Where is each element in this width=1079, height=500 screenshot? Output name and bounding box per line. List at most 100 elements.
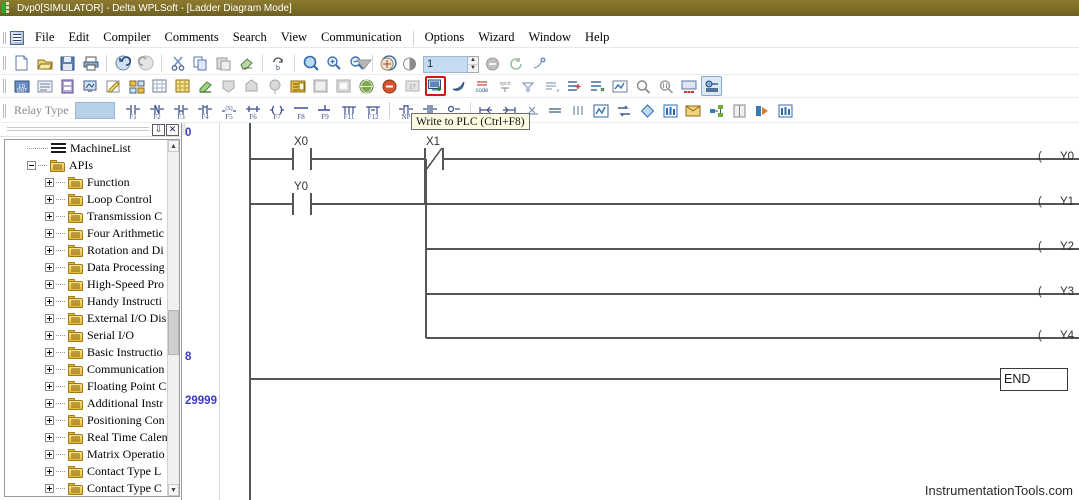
eraser-icon[interactable] bbox=[236, 53, 257, 73]
relay-type-combo[interactable] bbox=[74, 102, 115, 119]
redo-icon[interactable] bbox=[135, 53, 156, 73]
ladder-key-f9[interactable]: F9 bbox=[314, 101, 336, 121]
horizontal-line-icon[interactable] bbox=[545, 101, 566, 121]
book-icon[interactable] bbox=[333, 76, 354, 96]
list-del-icon[interactable] bbox=[586, 76, 607, 96]
tree-item[interactable]: Transmission C bbox=[5, 208, 167, 225]
write-to-plc-icon[interactable] bbox=[425, 76, 446, 96]
menu-item-search[interactable]: Search bbox=[226, 28, 274, 47]
expand-icon[interactable] bbox=[45, 433, 54, 442]
copy-icon[interactable] bbox=[190, 53, 211, 73]
picture-icon[interactable] bbox=[310, 76, 331, 96]
expand-icon[interactable] bbox=[45, 382, 54, 391]
collapse-icon[interactable] bbox=[353, 54, 374, 74]
tree-item[interactable]: Handy Instructi bbox=[5, 293, 167, 310]
minus-circle-icon[interactable] bbox=[482, 54, 503, 74]
ladder-view-icon[interactable]: LD OUT bbox=[11, 76, 32, 96]
play-icon[interactable] bbox=[752, 101, 773, 121]
toolbar-drag-grip[interactable] bbox=[2, 102, 9, 120]
cursor-link-icon[interactable] bbox=[528, 54, 549, 74]
find-replace-icon[interactable]: b bbox=[268, 53, 289, 73]
settings-panel-icon[interactable] bbox=[701, 76, 722, 96]
balloon-icon[interactable] bbox=[264, 76, 285, 96]
tree-item[interactable]: Real Time Calen bbox=[5, 429, 167, 446]
scroll-up-arrow-icon[interactable]: ▲ bbox=[168, 140, 179, 152]
diamond-icon[interactable] bbox=[637, 101, 658, 121]
menu-drag-grip[interactable] bbox=[2, 30, 9, 46]
expand-icon[interactable] bbox=[45, 467, 54, 476]
step-spinner-buttons[interactable]: ▲ ▼ bbox=[468, 55, 479, 73]
mail-icon[interactable] bbox=[683, 101, 704, 121]
expand-icon[interactable] bbox=[45, 450, 54, 459]
globe-icon[interactable] bbox=[356, 76, 377, 96]
step-spinner[interactable]: 1 ▲ ▼ bbox=[423, 55, 479, 73]
tree-scrollbar[interactable]: ▲ ▼ bbox=[167, 140, 179, 496]
spinner-up-icon[interactable]: ▲ bbox=[468, 57, 478, 65]
expand-icon[interactable] bbox=[45, 297, 54, 306]
menu-item-wizard[interactable]: Wizard bbox=[471, 28, 521, 47]
chart-icon[interactable] bbox=[591, 101, 612, 121]
columns2-icon[interactable] bbox=[775, 101, 796, 121]
tree-item[interactable]: Floating Point C bbox=[5, 378, 167, 395]
device-comment-icon[interactable] bbox=[126, 76, 147, 96]
search-device-icon[interactable] bbox=[655, 76, 676, 96]
menu-item-help[interactable]: Help bbox=[578, 28, 616, 47]
toolbar-drag-grip[interactable] bbox=[2, 54, 9, 72]
list-add-icon[interactable] bbox=[563, 76, 584, 96]
tree-item[interactable]: Data Processing bbox=[5, 259, 167, 276]
tree-item[interactable]: Matrix Operatio bbox=[5, 446, 167, 463]
highlight-icon[interactable] bbox=[195, 76, 216, 96]
menu-item-comments[interactable]: Comments bbox=[158, 28, 226, 47]
ladder-diagram-canvas[interactable]: 0 8 29999 X0 X1 Y0 (Y0 (Y1 (Y2 (Y3 (… bbox=[182, 123, 1079, 500]
expand-icon[interactable] bbox=[45, 212, 54, 221]
ladder-key-f12[interactable]: F12 bbox=[362, 101, 384, 121]
zoom-icon[interactable] bbox=[300, 53, 321, 73]
refresh-icon[interactable] bbox=[505, 54, 526, 74]
grid-icon[interactable] bbox=[149, 76, 170, 96]
ladder-key-f6[interactable]: F6 bbox=[242, 101, 264, 121]
expand-icon[interactable] bbox=[45, 484, 54, 493]
print-icon[interactable] bbox=[80, 53, 101, 73]
tree-item[interactable]: Function bbox=[5, 174, 167, 191]
expand-icon[interactable] bbox=[45, 263, 54, 272]
expand-icon[interactable] bbox=[45, 365, 54, 374]
undo-icon[interactable] bbox=[112, 53, 133, 73]
ladder-key-f3[interactable]: F3 bbox=[170, 101, 192, 121]
instruction-list-icon[interactable] bbox=[34, 76, 55, 96]
ladder-key-f1[interactable]: F1 bbox=[122, 101, 144, 121]
sfc-icon[interactable] bbox=[57, 76, 78, 96]
ladder-key-f4[interactable]: F4 bbox=[194, 101, 216, 121]
toolbar-drag-grip[interactable] bbox=[2, 77, 9, 95]
close-panel-icon[interactable]: ✕ bbox=[166, 123, 179, 136]
ladder-key-f11[interactable]: F11 bbox=[338, 101, 360, 121]
ladder-palette-icon[interactable] bbox=[376, 54, 397, 74]
ladder-key-f7[interactable]: F7 bbox=[266, 101, 288, 121]
download-ladder-icon[interactable] bbox=[218, 76, 239, 96]
edit-comment-icon[interactable] bbox=[103, 76, 124, 96]
tree-item[interactable]: External I/O Dis bbox=[5, 310, 167, 327]
auto-hide-pin-icon[interactable]: ⇩ bbox=[152, 123, 165, 136]
tree-item[interactable]: Four Arithmetic bbox=[5, 225, 167, 242]
expand-icon[interactable] bbox=[45, 331, 54, 340]
tree-item[interactable]: Contact Type C bbox=[5, 480, 167, 496]
book-icon[interactable] bbox=[729, 101, 750, 121]
check-step-icon[interactable]: opcd bbox=[494, 76, 515, 96]
expand-icon[interactable] bbox=[45, 246, 54, 255]
spinner-down-icon[interactable]: ▼ bbox=[468, 65, 478, 72]
program-icon[interactable] bbox=[287, 76, 308, 96]
contrast-icon[interactable] bbox=[399, 54, 420, 74]
tree-item[interactable]: Rotation and Di bbox=[5, 242, 167, 259]
compare-icon[interactable] bbox=[517, 76, 538, 96]
paste-icon[interactable] bbox=[213, 53, 234, 73]
vertical-line-icon[interactable] bbox=[568, 101, 589, 121]
expand-icon[interactable] bbox=[45, 178, 54, 187]
search2-icon[interactable] bbox=[632, 76, 653, 96]
expand-icon[interactable] bbox=[45, 416, 54, 425]
tree-item[interactable]: Communication bbox=[5, 361, 167, 378]
expand-icon[interactable] bbox=[45, 348, 54, 357]
menu-item-window[interactable]: Window bbox=[521, 28, 578, 47]
menu-item-compiler[interactable]: Compiler bbox=[96, 28, 157, 47]
scroll-down-arrow-icon[interactable]: ▼ bbox=[168, 484, 179, 496]
device-monitor-icon[interactable] bbox=[678, 76, 699, 96]
node-icon[interactable] bbox=[706, 101, 727, 121]
